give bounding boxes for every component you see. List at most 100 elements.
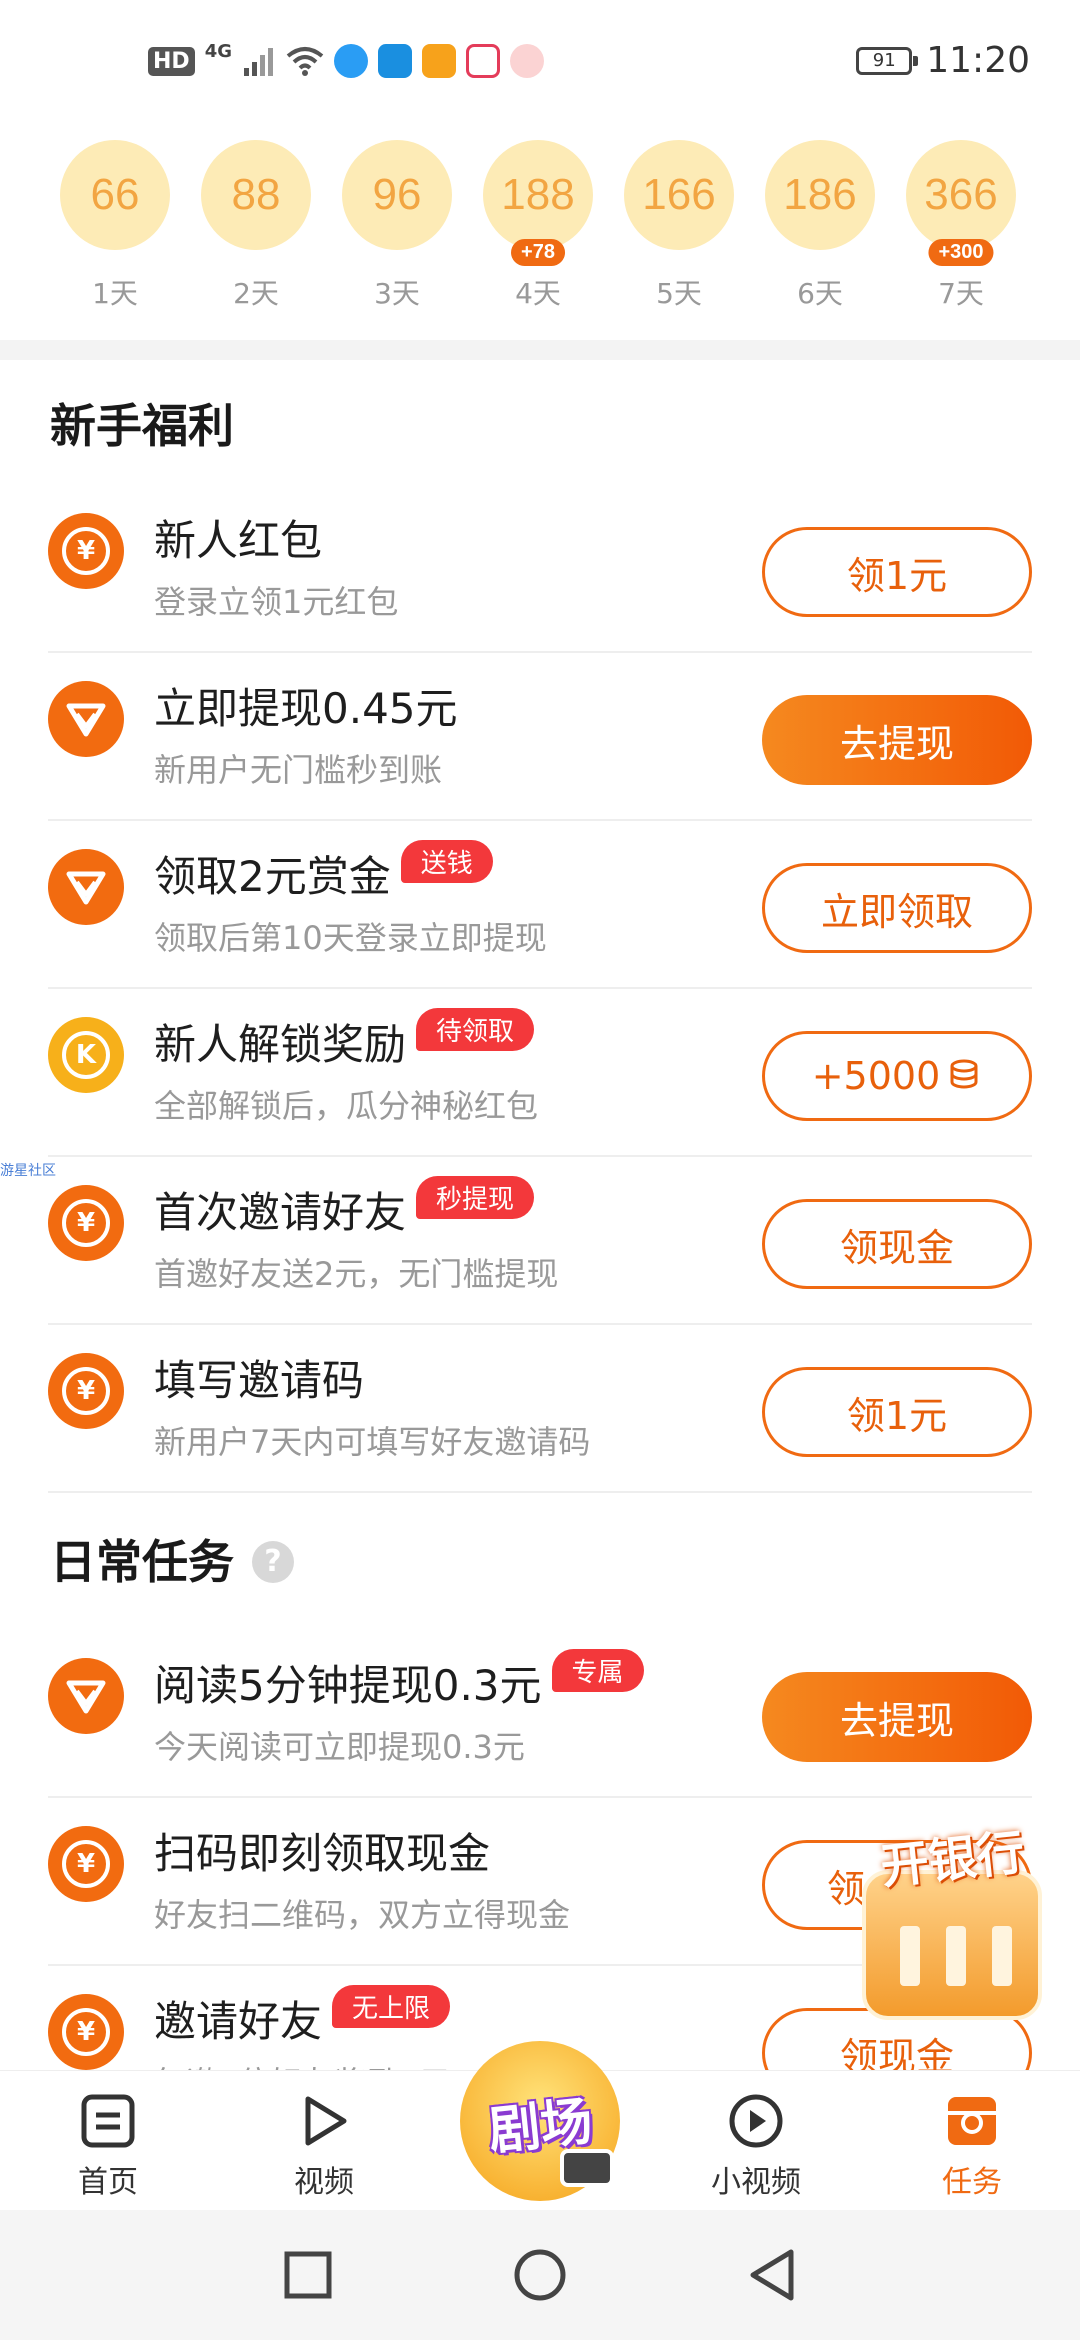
task-title: 首次邀请好友 秒提现 — [154, 1176, 535, 1240]
battery-icon: 91 — [856, 46, 919, 75]
task-tag: 待领取 — [416, 1008, 535, 1051]
bonus-badge: +300 — [928, 239, 994, 266]
diamond-icon — [48, 849, 124, 925]
nav-tasks[interactable]: 任务 — [912, 2091, 1032, 2201]
checkin-day[interactable]: 186 6天 — [765, 140, 875, 310]
withdraw-button[interactable]: 去提现 — [762, 1672, 1032, 1762]
day-amount: 166 — [642, 170, 716, 219]
task-title-text: 立即提现0.45元 — [154, 684, 458, 733]
task-row[interactable]: ¥ 新人红包 登录立领1元红包 领1元 — [48, 485, 1032, 653]
battery-level: 91 — [872, 50, 896, 71]
checkin-day[interactable]: 96 3天 — [342, 140, 452, 310]
status-bar: HD 4G 91 11:20 — [0, 0, 1080, 120]
task-subtitle: 全部解锁后，瓜分神秘红包 — [154, 1087, 539, 1125]
day-label: 1天 — [92, 277, 138, 310]
task-title-text: 扫码即刻领取现金 — [154, 1829, 491, 1878]
avatar-app-icon — [510, 44, 544, 78]
nav-video[interactable]: 视频 — [264, 2091, 384, 2201]
coins-reward-button[interactable]: +5000 — [762, 1031, 1032, 1121]
back-button[interactable] — [712, 2210, 832, 2340]
task-title: 领取2元赏金 送钱 — [154, 840, 493, 904]
task-row[interactable]: ¥ 首次邀请好友 秒提现 首邀好友送2元，无门槛提现 领现金 — [48, 1157, 1032, 1325]
nav-home-label: 首页 — [78, 2165, 138, 2200]
nav-theater[interactable]: 剧场 — [460, 2041, 620, 2201]
nav-tasks-label: 任务 — [942, 2165, 1002, 2200]
network-type: 4G — [204, 40, 232, 62]
day-label: 6天 — [797, 277, 843, 310]
bonus-badge: +78 — [511, 239, 565, 266]
task-subtitle: 领取后第10天登录立即提现 — [154, 919, 547, 957]
watermark: 游星社区 — [0, 1163, 56, 1179]
coin-stack-icon — [950, 1059, 978, 1089]
task-tag: 专属 — [551, 1649, 644, 1692]
day-amount: 66 — [90, 170, 140, 219]
signal-icon — [244, 48, 273, 76]
task-subtitle: 首邀好友送2元，无门槛提现 — [154, 1255, 559, 1293]
task-subtitle: 每邀1位好友奖励4元 — [154, 2058, 451, 2070]
task-row[interactable]: 领取2元赏金 送钱 领取后第10天登录立即提现 立即领取 — [48, 821, 1032, 989]
yen-icon: ¥ — [48, 1994, 124, 2070]
checkin-day[interactable]: 188 +78 4天 — [483, 140, 593, 310]
nav-video-label: 视频 — [294, 2165, 354, 2200]
task-title-text: 领取2元赏金 — [154, 852, 391, 901]
square-icon — [284, 2251, 332, 2299]
claim-now-button[interactable]: 立即领取 — [762, 863, 1032, 953]
circle-icon — [514, 2249, 566, 2301]
help-icon[interactable]: ? — [252, 1540, 294, 1583]
task-title-text: 阅读5分钟提现0.3元 — [154, 1661, 542, 1710]
coin-icon: 66 — [60, 140, 170, 250]
task-row[interactable]: 立即提现0.45元 新用户无门槛秒到账 去提现 — [48, 653, 1032, 821]
task-title-text: 首次邀请好友 — [154, 1188, 407, 1237]
checkin-day[interactable]: 366 +300 7天 — [906, 140, 1016, 310]
task-title: 阅读5分钟提现0.3元 专属 — [154, 1649, 644, 1713]
task-row[interactable]: K 新人解锁奖励 待领取 全部解锁后，瓜分神秘红包 +5000 — [48, 989, 1032, 1157]
status-icons-right: 91 11:20 — [856, 40, 1030, 81]
claim-button[interactable]: 领1元 — [762, 527, 1032, 617]
withdraw-button[interactable]: 去提现 — [762, 695, 1032, 785]
coin-icon: 96 — [342, 140, 452, 250]
task-title-text: 新人解锁奖励 — [154, 1020, 407, 1069]
play-icon — [294, 2091, 354, 2151]
get-cash-button[interactable]: 领现金 — [762, 1199, 1032, 1289]
nav-short-video[interactable]: 小视频 — [696, 2091, 816, 2201]
task-title: 扫码即刻领取现金 — [154, 1820, 490, 1881]
newbie-section-title: 新手福利 — [50, 399, 234, 453]
coin-icon: 88 — [201, 140, 311, 250]
task-title: 立即提现0.45元 — [154, 675, 458, 736]
checkin-strip: 66 1天 88 2天 96 3天 188 +78 4天 166 5天 186 … — [0, 140, 1080, 340]
claim-button[interactable]: 领1元 — [762, 1367, 1032, 1457]
checkin-day[interactable]: 88 2天 — [201, 140, 311, 310]
yen-icon: ¥ — [48, 1353, 124, 1429]
bottom-nav: 首页 视频 剧场 小视频 任务 — [0, 2041, 1080, 2210]
daily-title-text: 日常任务 — [50, 1535, 234, 1589]
recent-apps-button[interactable] — [248, 2210, 368, 2340]
shopping-app-icon — [466, 44, 500, 78]
diamond-icon — [48, 681, 124, 757]
task-subtitle: 登录立领1元红包 — [154, 583, 399, 621]
task-subtitle: 今天阅读可立即提现0.3元 — [154, 1728, 525, 1766]
alipay-icon — [378, 44, 412, 78]
task-title-text: 新人红包 — [154, 516, 323, 565]
task-tag: 秒提现 — [416, 1176, 535, 1219]
diamond-icon — [48, 1658, 124, 1734]
daily-section-title: 日常任务? — [50, 1526, 294, 1592]
wifi-icon — [286, 47, 324, 76]
home-button[interactable] — [480, 2210, 600, 2340]
yen-icon: ¥ — [48, 1185, 124, 1261]
day-label: 2天 — [233, 277, 279, 310]
coin-k-icon: K — [48, 1017, 124, 1093]
triangle-back-icon — [750, 2249, 794, 2301]
clock: 11:20 — [926, 40, 1030, 81]
home-icon — [78, 2091, 138, 2151]
yen-icon: ¥ — [48, 1826, 124, 1902]
task-tag: 无上限 — [332, 1985, 451, 2028]
task-row[interactable]: ¥ 填写邀请码 新用户7天内可填写好友邀请码 领1元 — [48, 1325, 1032, 1493]
day-label: 4天 — [515, 277, 561, 310]
nav-home[interactable]: 首页 — [48, 2091, 168, 2201]
bank-float-banner[interactable]: 开银行 — [852, 1820, 1052, 2030]
checkin-day[interactable]: 166 5天 — [624, 140, 734, 310]
task-title: 新人解锁奖励 待领取 — [154, 1008, 535, 1072]
task-row[interactable]: 阅读5分钟提现0.3元 专属 今天阅读可立即提现0.3元 去提现 — [48, 1630, 1032, 1798]
checkin-day[interactable]: 66 1天 — [60, 140, 170, 310]
task-title-text: 填写邀请码 — [154, 1356, 365, 1405]
